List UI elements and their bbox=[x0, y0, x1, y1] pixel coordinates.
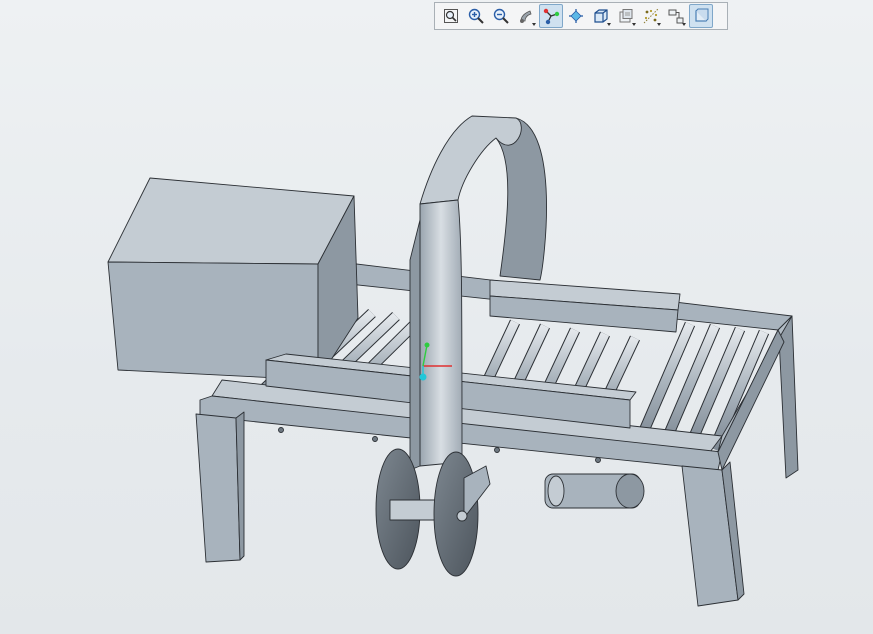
refit-icon bbox=[444, 9, 458, 23]
view-toolbar bbox=[434, 2, 728, 30]
section-dropdown-caret bbox=[657, 23, 661, 26]
datum-display-button[interactable] bbox=[539, 4, 563, 28]
display-style-button[interactable] bbox=[689, 4, 713, 28]
machine-model[interactable] bbox=[107, 115, 799, 607]
repaint-dropdown-caret bbox=[532, 23, 536, 26]
tape-head-box bbox=[107, 177, 359, 381]
zoom-out-button[interactable] bbox=[489, 4, 513, 28]
drive-motor bbox=[544, 473, 645, 509]
zoom-out-icon bbox=[493, 8, 509, 24]
spin-center-button[interactable] bbox=[564, 4, 588, 28]
datum-display-icon bbox=[543, 8, 560, 25]
view-orientation-dropdown-caret bbox=[607, 23, 611, 26]
saved-views-button[interactable] bbox=[614, 4, 638, 28]
spin-center-icon bbox=[569, 9, 583, 23]
zoom-in-icon bbox=[468, 8, 484, 24]
saved-views-dropdown-caret bbox=[632, 23, 636, 26]
repaint-button[interactable] bbox=[514, 4, 538, 28]
frame-leg-front-left bbox=[195, 413, 241, 563]
view-orientation-button[interactable] bbox=[589, 4, 613, 28]
zoom-in-button[interactable] bbox=[464, 4, 488, 28]
tape-wheel-assembly bbox=[375, 448, 491, 577]
refit-button[interactable] bbox=[439, 4, 463, 28]
annotation-display-button[interactable] bbox=[664, 4, 688, 28]
annotation-display-dropdown-caret bbox=[682, 23, 686, 26]
section-button[interactable] bbox=[639, 4, 663, 28]
model-viewport[interactable] bbox=[0, 0, 873, 634]
display-style-icon bbox=[695, 8, 709, 22]
